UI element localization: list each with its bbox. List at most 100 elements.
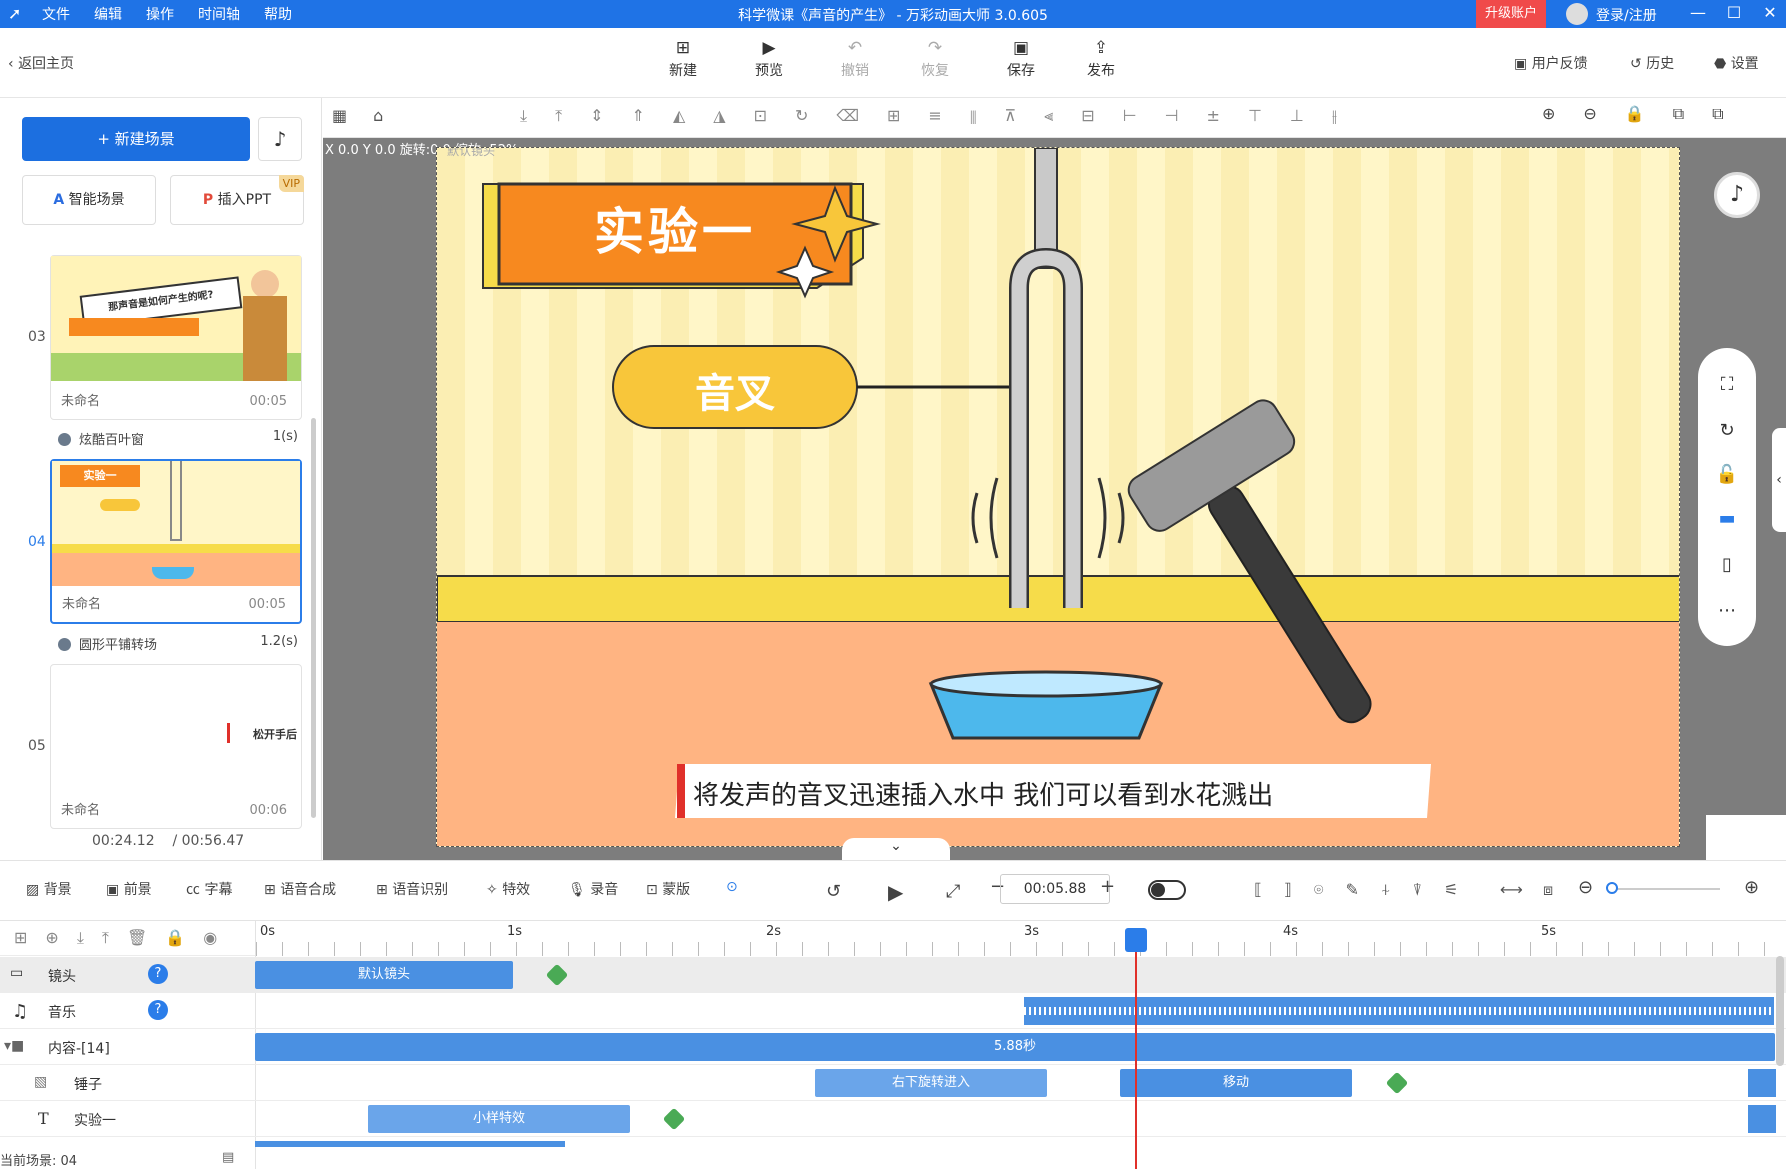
scene-duration: 00:05 (249, 394, 287, 409)
redo-button[interactable]: ↷ 恢复 (910, 38, 960, 80)
login-link[interactable]: 登录/注册 (1596, 5, 1657, 25)
feedback-link[interactable]: ▣ 用户反馈 (1514, 53, 1588, 73)
new-button[interactable]: ⊞ 新建 (658, 38, 708, 80)
foreground-tool-label: 前景 (123, 882, 152, 898)
close-icon[interactable]: ✕ (1760, 3, 1780, 22)
zoom-in-icon[interactable]: ⊕ (1744, 877, 1759, 898)
music-note-icon[interactable]: ♪ (1714, 172, 1760, 218)
new-scene-button[interactable]: + 新建场景 (22, 117, 250, 161)
playhead-handle[interactable] (1125, 928, 1147, 952)
publish-button[interactable]: ⇪ 发布 (1076, 38, 1126, 80)
ruler (256, 942, 1776, 956)
plus-icon[interactable]: + (1100, 876, 1115, 897)
mask-tool-label: 蒙版 (662, 882, 691, 898)
more-icon[interactable]: ⋯ (1713, 600, 1741, 621)
transition-item[interactable]: 炫酷百叶窗 1(s) (58, 429, 298, 448)
preview-button[interactable]: ▶ 预览 (744, 38, 794, 80)
clip-move[interactable]: 移动 (1120, 1069, 1352, 1097)
menu-edit[interactable]: 编辑 (94, 4, 122, 24)
vip-badge: VIP (278, 175, 304, 192)
menu-help[interactable]: 帮助 (264, 4, 292, 24)
scene-panel-scrollbar[interactable] (311, 418, 316, 818)
text-icon: T (38, 1109, 49, 1128)
clip-content-duration[interactable]: 5.88秒 (255, 1033, 1775, 1061)
subtitle-tool[interactable]: ㏄ 字幕 (186, 879, 232, 899)
menu-timeline[interactable]: 时间轴 (198, 4, 240, 24)
record-tool[interactable]: 🎙 录音 (568, 879, 618, 899)
stage-canvas[interactable]: 默认镜头 实验一 音叉 将发声的音叉迅速插入水中 我们可以看到水花溅出 (436, 147, 1680, 847)
back-home-link[interactable]: ‹ 返回主页 (8, 53, 74, 73)
fullscreen-icon[interactable]: ⤢ (946, 881, 960, 902)
insert-ppt-button[interactable]: P 插入PPT VIP (170, 175, 304, 225)
time-input[interactable]: 00:05.88 (1000, 874, 1110, 904)
play-icon[interactable]: ▶ (888, 880, 903, 904)
timeline-tools[interactable]: ⟦⟧⌾✎⍭⍒⚟ (1254, 880, 1480, 900)
background-tool[interactable]: ▨ 背景 (26, 879, 72, 899)
scene-duration: 00:06 (249, 803, 287, 818)
tick-label: 4s (1283, 924, 1299, 939)
collapse-chevron-down-icon[interactable]: ⌄ (842, 838, 950, 860)
avatar[interactable] (1566, 3, 1588, 25)
panel-toggle-chevron-icon[interactable]: ‹ (1772, 428, 1786, 532)
fit-tools[interactable]: ⟷⧈ (1500, 880, 1573, 900)
tts-tool[interactable]: ⊞ 语音合成 (264, 879, 336, 899)
more-tools-icon[interactable]: ⊙ (726, 879, 738, 895)
rotate-icon[interactable]: ↻ (1713, 420, 1741, 441)
fit-screen-icon[interactable]: ⛶ (1713, 374, 1741, 395)
menu-operate[interactable]: 操作 (146, 4, 174, 24)
align-tools-left[interactable]: ▦⌂ (332, 106, 409, 125)
scene-card-03[interactable]: 那声音是如何产生的呢? 未命名 00:05 (50, 255, 302, 420)
track-tools[interactable]: ⊞⊕⤓⤒🗑🔒◉ (14, 928, 235, 948)
minimize-icon[interactable]: — (1688, 3, 1708, 22)
save-button[interactable]: ▣ 保存 (996, 38, 1046, 80)
lock-icon[interactable]: 🔓 (1713, 464, 1741, 485)
desktop-icon[interactable]: ▬ (1713, 508, 1741, 529)
clip-end-handle[interactable] (1748, 1069, 1776, 1097)
scene-duration: 00:05 (248, 597, 286, 612)
foreground-tool[interactable]: ▣ 前景 (106, 879, 152, 899)
asr-tool-label: 语音识别 (392, 882, 449, 898)
effects-tool[interactable]: ✧ 特效 (486, 879, 530, 899)
clip-sample-effect[interactable]: 小样特效 (368, 1105, 630, 1133)
zoom-out-icon[interactable]: ⊖ (1578, 877, 1593, 898)
undo-button[interactable]: ↶ 撤销 (830, 38, 880, 80)
track-row-title[interactable] (0, 1101, 1786, 1137)
maximize-icon[interactable]: ☐ (1724, 3, 1744, 22)
zoom-tools[interactable]: ⊕⊖🔒⧉⧉ (1542, 104, 1752, 124)
history-link[interactable]: ↺ 历史 (1630, 53, 1674, 73)
scene-card-05[interactable]: 松开手后 未命名 00:06 (50, 664, 302, 829)
help-icon[interactable]: ? (148, 1000, 168, 1020)
banner-title[interactable]: 实验一 (499, 192, 851, 264)
align-tools[interactable]: ⤓⤒⇕⇑◭◮⊡↻⌫⊞≡⫴⊼⫷⊟⊢⊣±⊤⊥⫲ (520, 106, 1365, 126)
clip-default-lens[interactable]: 默认镜头 (255, 961, 513, 989)
help-icon[interactable]: ? (148, 964, 168, 984)
asr-tool[interactable]: ⊞ 语音识别 (376, 879, 448, 899)
transition-item[interactable]: 圆形平铺转场 1.2(s) (58, 634, 298, 653)
music-note-icon[interactable]: ♪ (258, 117, 302, 161)
minimap-icon[interactable] (1706, 815, 1786, 860)
clip-rotate-enter[interactable]: 右下旋转进入 (815, 1069, 1047, 1097)
upgrade-button[interactable]: 升级账户 (1476, 0, 1546, 28)
replay-icon[interactable]: ↺ (826, 881, 841, 902)
clip-partial[interactable] (255, 1141, 565, 1147)
tick-label: 0s (260, 924, 276, 939)
smart-scene-button[interactable]: A 智能场景 (22, 175, 156, 225)
mobile-icon[interactable]: ▯ (1713, 554, 1741, 575)
clip-end-handle[interactable] (1748, 1105, 1776, 1133)
subtitle-text[interactable]: 将发声的音叉迅速插入水中 我们可以看到水花溅出 (693, 775, 1273, 812)
folder-icon[interactable]: ▾■ (4, 1038, 24, 1054)
toggle-switch[interactable] (1148, 880, 1186, 900)
mask-tool[interactable]: ⊡ 蒙版 (646, 879, 690, 899)
settings-link[interactable]: ⬣ 设置 (1714, 53, 1759, 73)
ai-icon: A (53, 192, 65, 208)
scene-name: 未命名 (61, 803, 101, 818)
tick-label: 2s (766, 924, 782, 939)
timeline-scrollbar[interactable] (1776, 956, 1784, 1066)
fork-label[interactable]: 音叉 (613, 361, 857, 419)
panel-icon[interactable]: ▤ (222, 1150, 234, 1165)
thumb-label-pill (100, 499, 140, 511)
scene-card-04[interactable]: 实验一 未命名 00:05 (50, 459, 302, 624)
menu-file[interactable]: 文件 (42, 4, 70, 24)
zoom-slider[interactable] (1610, 888, 1720, 890)
zoom-slider-handle[interactable] (1606, 882, 1618, 894)
